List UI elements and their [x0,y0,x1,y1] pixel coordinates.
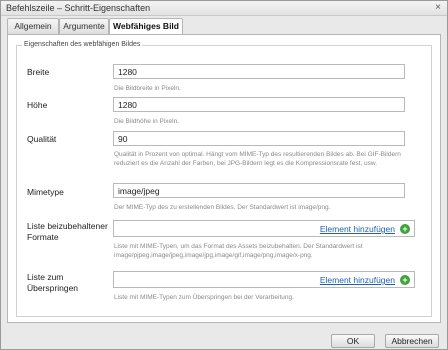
dialog-title: Befehlszeile – Schritt-Eigenschaften [6,3,151,13]
properties-dialog: Befehlszeile – Schritt-Eigenschaften × A… [0,0,448,350]
mimetype-label: Mimetype [27,187,64,197]
add-circle-icon[interactable]: + [400,224,410,234]
height-hint: Die Bildhöhe in Pixeln. [114,118,180,125]
keep-formats-label: Liste beizubehaltener Formate [27,221,108,242]
title-bar[interactable]: Befehlszeile – Schritt-Eigenschaften × [1,1,447,16]
width-hint: Die Bildbreite in Pixeln. [114,85,181,92]
close-icon[interactable]: × [435,2,441,13]
height-input[interactable] [113,97,405,112]
width-label: Breite [27,67,50,77]
skip-list-add-link[interactable]: Element hinzufügen [320,275,395,285]
quality-hint: Qualität in Prozent von optimal. Hängt v… [114,151,401,167]
skip-list-multifield: Element hinzufügen + [113,271,415,288]
tab-web-enabled-image[interactable]: Webfähiges Bild [109,18,183,35]
mimetype-hint: Der MIME-Typ des zu erstellenden Bildes.… [114,204,331,211]
web-image-properties-section: Eigenschaften des webfähigen Bildes Brei… [16,41,432,317]
keep-formats-add-link[interactable]: Element hinzufügen [320,224,395,234]
skip-list-label: Liste zum Überspringen [27,272,79,293]
width-input[interactable] [113,64,405,79]
add-circle-icon[interactable]: + [400,275,410,285]
ok-button[interactable]: OK [331,334,375,348]
tab-arguments[interactable]: Argumente [59,18,109,34]
tab-panel: Eigenschaften des webfähigen Bildes Brei… [7,34,441,323]
tab-general[interactable]: Allgemein [7,18,59,34]
section-legend: Eigenschaften des webfähigen Bildes [22,41,143,48]
cancel-button[interactable]: Abbrechen [385,334,439,348]
keep-formats-hint: Liste mit MIME-Typen, um das Format des … [114,243,363,259]
keep-formats-multifield: Element hinzufügen + [113,220,415,237]
quality-label: Qualität [27,134,57,144]
quality-input[interactable] [113,131,405,146]
skip-list-hint: Liste mit MIME-Typen zum Überspringen be… [114,294,294,301]
height-label: Höhe [27,100,48,110]
mimetype-input[interactable] [113,183,405,198]
